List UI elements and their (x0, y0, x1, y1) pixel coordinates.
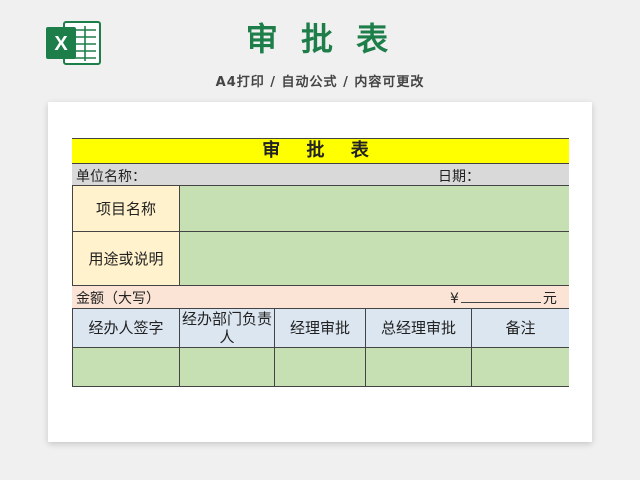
amount-figure: ¥ 元 (450, 288, 557, 308)
table-title-row: 审 批 表 (72, 138, 569, 164)
spreadsheet-preview: 审 批 表 单位名称： 日期： 项目名称 用途或说明 金额（大写） ¥ 元 经办人… (48, 102, 592, 442)
signature-cell[interactable] (180, 348, 275, 386)
purpose-row: 用途或说明 (72, 232, 569, 286)
signature-cell[interactable] (366, 348, 472, 386)
purpose-label: 用途或说明 (72, 232, 180, 285)
column-header: 经办人签字 (72, 309, 180, 347)
currency-symbol: ¥ (450, 291, 459, 307)
column-header: 经办部门负责人 (180, 309, 275, 347)
project-label: 项目名称 (72, 186, 180, 231)
signature-cell[interactable] (472, 348, 569, 386)
unit-label: 单位名称： (76, 169, 146, 185)
signature-cell[interactable] (275, 348, 366, 386)
date-label: 日期： (438, 169, 480, 185)
signature-header-row: 经办人签字 经办部门负责人 经理审批 总经理审批 备注 (72, 309, 569, 348)
column-header: 经理审批 (275, 309, 366, 347)
banner-title: 审 批 表 (245, 20, 395, 58)
column-header: 总经理审批 (366, 309, 472, 347)
banner-subtitle: A4打印 / 自动公式 / 内容可更改 (215, 75, 425, 90)
unit-row: 单位名称： 日期： (72, 164, 569, 186)
project-row: 项目名称 (72, 186, 569, 232)
amount-underline[interactable] (460, 290, 541, 303)
table-title: 审 批 表 (262, 140, 379, 161)
yuan-label: 元 (542, 291, 557, 307)
signature-value-row (72, 348, 569, 387)
amount-label: 金额（大写） (76, 291, 160, 307)
purpose-value-field[interactable] (180, 232, 569, 285)
signature-cell[interactable] (72, 348, 180, 386)
project-value-field[interactable] (180, 186, 569, 231)
amount-row: 金额（大写） ¥ 元 (72, 286, 569, 309)
column-header: 备注 (505, 319, 536, 337)
approval-table: 审 批 表 单位名称： 日期： 项目名称 用途或说明 金额（大写） ¥ 元 经办人… (72, 138, 569, 387)
